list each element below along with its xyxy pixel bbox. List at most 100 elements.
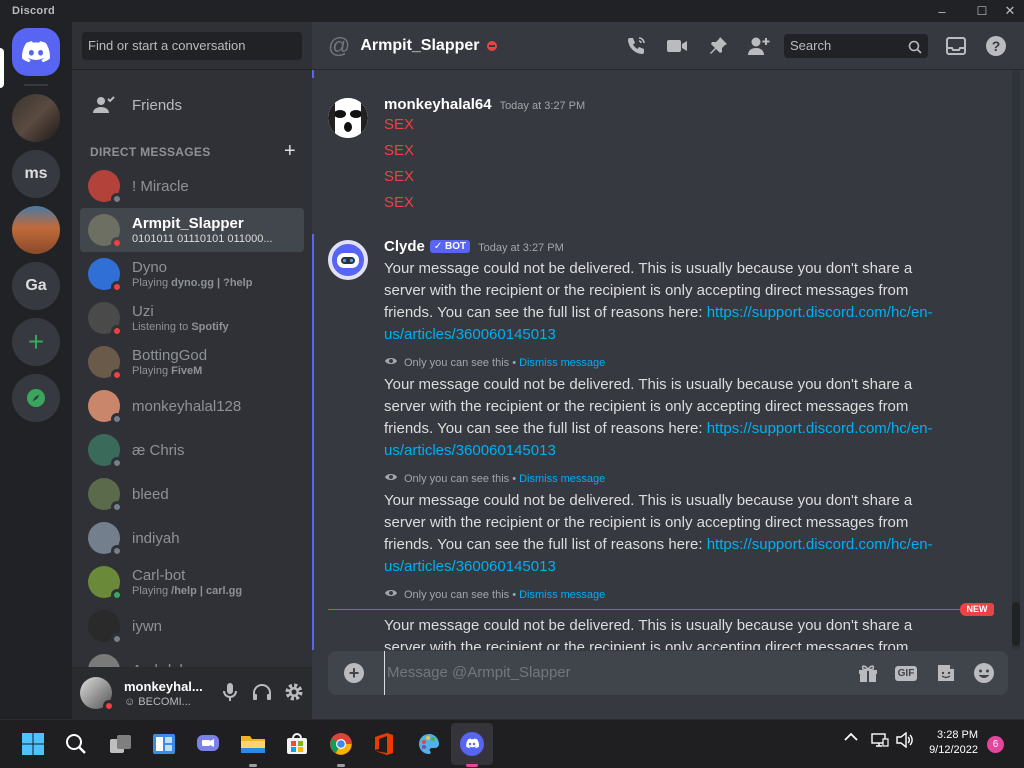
network-button[interactable] [871, 732, 889, 748]
eye-icon [384, 472, 398, 485]
dm-avatar [88, 478, 123, 513]
taskbar-clock[interactable]: 3:28 PM 9/12/2022 [918, 728, 978, 758]
notification-badge[interactable]: 6 [987, 736, 1004, 753]
file-explorer-button[interactable] [240, 731, 266, 757]
gif-button[interactable]: GIF [894, 661, 918, 685]
inbox-button[interactable] [944, 34, 968, 58]
chrome-icon [330, 733, 352, 755]
chat-header: @ Armpit_Slapper Search ? [312, 22, 1024, 70]
dm-item[interactable]: indiyah [80, 516, 304, 560]
widgets-button[interactable] [151, 731, 177, 757]
status-indicator [111, 589, 123, 601]
help-button[interactable]: ? [984, 34, 1008, 58]
message-timestamp: Today at 3:27 PM [499, 100, 586, 112]
explore-servers-button[interactable] [12, 374, 60, 422]
deafen-button[interactable] [252, 681, 272, 703]
message-input[interactable]: Message @Armpit_Slapper [384, 651, 571, 695]
gift-button[interactable] [856, 661, 880, 685]
dm-item[interactable]: Uzi Listening to Spotify [80, 296, 304, 340]
dm-activity: Playing FiveM [132, 365, 207, 377]
message-text: SEX [384, 142, 415, 159]
dm-item[interactable]: Archduke [80, 648, 304, 667]
dm-activity-name: FiveM [171, 365, 203, 377]
user-panel: monkeyhal... ☺ BECOMI... [72, 667, 312, 719]
message-composer: + Message @Armpit_Slapper GIF [328, 651, 1008, 695]
server-photo-2[interactable] [12, 206, 60, 254]
scrollbar-track[interactable] [1012, 70, 1020, 650]
clyde-avatar[interactable] [328, 240, 368, 280]
selected-pill [0, 48, 4, 88]
mute-button[interactable] [220, 681, 240, 703]
dm-item[interactable]: Carl-bot Playing /help | carl.gg [80, 560, 304, 604]
search-placeholder: Search [790, 38, 832, 53]
sticker-button[interactable] [934, 661, 958, 685]
channel-name: Armpit_Slapper [360, 36, 480, 54]
message-author[interactable]: Clyde [384, 238, 425, 255]
user-avatar[interactable] [80, 677, 115, 712]
dm-item[interactable]: iywn [80, 604, 304, 648]
pin-icon [710, 37, 727, 54]
dm-name: æ Chris [132, 441, 185, 459]
title-bar: Discord – ☐ ✕ [0, 0, 1024, 22]
status-indicator [111, 369, 123, 381]
dm-item[interactable]: Armpit_Slapper 0101011 01110101 011000... [80, 208, 304, 252]
chrome-button[interactable] [328, 731, 354, 757]
dismiss-message-link[interactable]: Dismiss message [519, 589, 605, 601]
dm-item[interactable]: æ Chris [80, 428, 304, 472]
start-button[interactable] [20, 731, 46, 757]
server-photo-1[interactable] [12, 94, 60, 142]
dm-item[interactable]: bleed [80, 472, 304, 516]
direct-messages-header: DIRECT MESSAGES + [90, 140, 296, 163]
dm-item[interactable]: BottingGod Playing FiveM [80, 340, 304, 384]
microsoft-store-button[interactable] [284, 731, 310, 757]
message-author[interactable]: monkeyhalal64 [384, 96, 492, 113]
video-camera-icon [667, 40, 687, 52]
emoji-button[interactable] [972, 661, 996, 685]
message-avatar[interactable] [328, 98, 368, 138]
upload-button[interactable]: + [344, 663, 364, 683]
close-window-button[interactable]: ✕ [996, 0, 1024, 22]
add-friends-to-dm-button[interactable] [747, 34, 771, 58]
windows-taskbar: 3:28 PM 9/12/2022 6 [0, 719, 1024, 768]
taskbar-search-button[interactable] [63, 731, 89, 757]
pinned-messages-button[interactable] [706, 34, 730, 58]
dm-item[interactable]: Dyno Playing dyno.gg | ?help [80, 252, 304, 296]
ephemeral-mark [312, 234, 314, 650]
task-view-button[interactable] [108, 731, 134, 757]
add-server-button[interactable]: + [12, 318, 60, 366]
dm-activity: Playing dyno.gg | ?help [132, 277, 252, 289]
search-input[interactable]: Search [784, 34, 928, 58]
dismiss-message-link[interactable]: Dismiss message [519, 357, 605, 369]
search-icon [908, 38, 922, 62]
ephemeral-note: Only you can see this • Dismiss message [384, 472, 605, 485]
active-indicator [466, 764, 478, 767]
find-conversation-input[interactable]: Find or start a conversation [82, 31, 302, 60]
status-indicator [111, 237, 123, 249]
user-settings-button[interactable] [284, 681, 304, 703]
server-ga[interactable]: Ga [12, 262, 60, 310]
dismiss-message-link[interactable]: Dismiss message [519, 473, 605, 485]
minimize-button[interactable]: – [928, 0, 956, 22]
volume-button[interactable] [896, 732, 914, 748]
teams-chat-button[interactable] [195, 731, 221, 757]
voice-call-button[interactable] [624, 34, 648, 58]
show-hidden-icons-button[interactable] [844, 732, 858, 742]
home-button[interactable] [12, 28, 60, 76]
dm-avatar [88, 566, 123, 601]
dm-item[interactable]: monkeyhalal128 [80, 384, 304, 428]
dm-name: iywn [132, 617, 163, 635]
maximize-button[interactable]: ☐ [968, 0, 996, 22]
friends-nav-item[interactable]: Friends [80, 84, 304, 126]
inbox-icon [946, 37, 966, 55]
status-indicator [111, 545, 123, 557]
office-button[interactable] [371, 731, 397, 757]
dm-item[interactable]: ! Miracle [80, 164, 304, 208]
server-ms[interactable]: ms [12, 150, 60, 198]
message-group: Clyde ✓ BOT Today at 3:27 PM Your messag… [328, 238, 968, 650]
scrollbar-thumb[interactable] [1012, 602, 1020, 646]
create-dm-button[interactable]: + [284, 140, 296, 163]
discord-taskbar-button[interactable] [459, 731, 485, 757]
new-messages-divider [328, 609, 994, 610]
video-call-button[interactable] [665, 34, 689, 58]
paint-button[interactable] [416, 731, 442, 757]
